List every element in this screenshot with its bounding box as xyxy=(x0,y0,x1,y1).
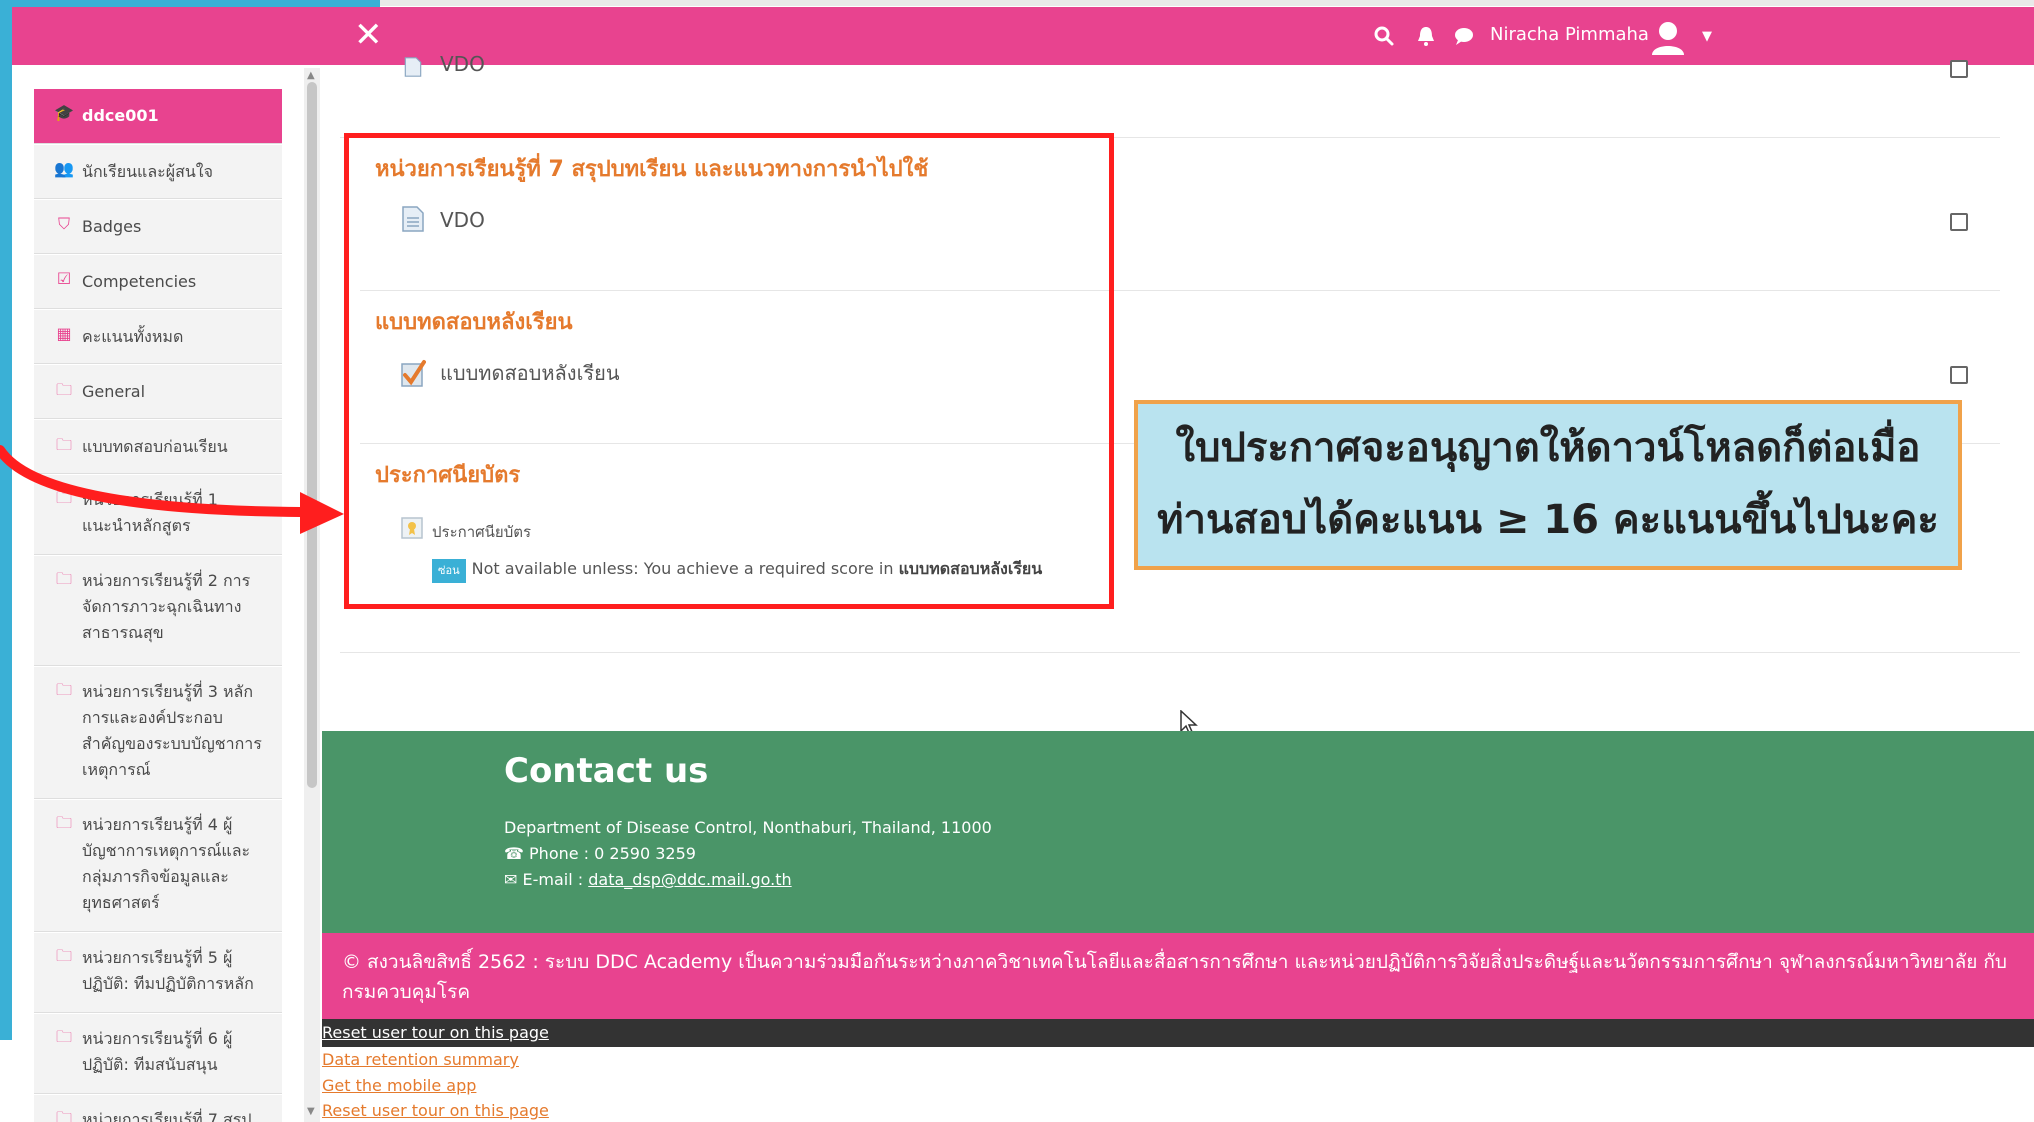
avatar[interactable] xyxy=(1648,17,1688,57)
reset-tour-link[interactable]: Reset user tour on this page xyxy=(322,1023,549,1042)
data-retention-link[interactable]: Data retention summary xyxy=(322,1049,519,1071)
copyright-bar: © สงวนลิขสิทธิ์ 2562 : ระบบ DDC Academy … xyxy=(322,933,2034,1019)
folder-icon: 🗀 xyxy=(55,813,72,832)
phone-icon: ☎ xyxy=(504,844,524,863)
pointer-arrow-icon xyxy=(0,445,344,534)
chat-icon[interactable] xyxy=(1452,24,1476,48)
callout-note: ใบประกาศจะอนุญาตให้ดาวน์โหลดก็ต่อเมื่อ ท… xyxy=(1134,400,1962,570)
activity-vdo-top[interactable]: VDO xyxy=(440,50,485,78)
sidebar-item-unit5[interactable]: 🗀 หน่วยการเรียนรู้ที่ 5 ผู้ปฏิบัติ: ทีมป… xyxy=(34,933,282,1013)
folder-icon: 🗀 xyxy=(55,569,72,588)
search-icon[interactable] xyxy=(1372,24,1396,48)
email-link[interactable]: data_dsp@ddc.mail.go.th xyxy=(588,870,791,889)
sidebar-item-general[interactable]: 🗀 General xyxy=(34,365,282,419)
chevron-down-icon[interactable]: ▼ xyxy=(1702,29,1712,44)
completion-checkbox[interactable] xyxy=(1950,213,1968,231)
scroll-down-icon[interactable]: ▼ xyxy=(307,1106,315,1117)
envelope-icon: ✉ xyxy=(504,870,518,889)
completion-checkbox[interactable] xyxy=(1950,366,1968,384)
top-navbar: ✕ Niracha Pimmaha ▼ xyxy=(12,7,2034,65)
bell-icon[interactable] xyxy=(1414,24,1438,48)
shield-icon: ⛉ xyxy=(57,214,70,233)
folder-icon: 🗀 xyxy=(55,1108,72,1122)
folder-icon: 🗀 xyxy=(55,380,72,399)
mobile-app-link[interactable]: Get the mobile app xyxy=(322,1075,476,1097)
contact-email: ✉ E-mail : data_dsp@ddc.mail.go.th xyxy=(504,870,792,889)
folder-icon: 🗀 xyxy=(55,1027,72,1046)
frame-top-gray xyxy=(380,0,2034,6)
sidebar-item-competencies[interactable]: ☑ Competencies xyxy=(34,255,282,309)
sidebar-item-participants[interactable]: 👥 นักเรียนและผู้สนใจ xyxy=(34,145,282,199)
sidebar-item-unit4[interactable]: 🗀 หน่วยการเรียนรู้ที่ 4 ผู้บัญชาการเหตุก… xyxy=(34,800,282,932)
close-icon[interactable]: ✕ xyxy=(354,15,383,55)
highlight-box xyxy=(344,133,1114,609)
folder-icon: 🗀 xyxy=(55,680,72,699)
table-icon: ▦ xyxy=(56,324,72,343)
sidebar-item-unit2[interactable]: 🗀 หน่วยการเรียนรู้ที่ 2 การจัดการภาวะฉุก… xyxy=(34,556,282,666)
folder-icon: 🗀 xyxy=(55,946,72,965)
course-sidebar: 🎓 ddce001 👥 นักเรียนและผู้สนใจ ⛉ Badges … xyxy=(34,89,282,1122)
sidebar-item-course[interactable]: 🎓 ddce001 xyxy=(34,89,282,144)
scroll-up-icon[interactable]: ▲ xyxy=(307,70,315,81)
file-icon xyxy=(404,57,422,77)
reset-tour-link-2[interactable]: Reset user tour on this page xyxy=(322,1100,549,1122)
checkbox-icon: ☑ xyxy=(56,269,72,288)
tour-bar: Reset user tour on this page xyxy=(322,1019,2034,1047)
sidebar-item-unit6[interactable]: 🗀 หน่วยการเรียนรู้ที่ 6 ผู้ปฏิบัติ: ทีมส… xyxy=(34,1014,282,1094)
users-icon: 👥 xyxy=(54,159,74,178)
contact-title: Contact us xyxy=(504,751,709,791)
callout-line-2: ท่านสอบได้คะแนน ≥ 16 คะแนนขึ้นไปนะคะ xyxy=(1157,497,1939,543)
contact-footer: Contact us Department of Disease Control… xyxy=(322,731,2034,933)
sidebar-item-unit7[interactable]: 🗀 หน่วยการเรียนรู้ที่ 7 สรุป xyxy=(34,1095,282,1122)
callout-line-1: ใบประกาศจะอนุญาตให้ดาวน์โหลดก็ต่อเมื่อ xyxy=(1175,425,1921,471)
sidebar-item-grades[interactable]: ▦ คะแนนทั้งหมด xyxy=(34,310,282,364)
contact-address: Department of Disease Control, Nonthabur… xyxy=(504,818,992,837)
completion-checkbox[interactable] xyxy=(1950,60,1968,78)
sidebar-item-badges[interactable]: ⛉ Badges xyxy=(34,200,282,254)
user-name[interactable]: Niracha Pimmaha xyxy=(1490,23,1649,47)
sidebar-item-unit3[interactable]: 🗀 หน่วยการเรียนรู้ที่ 3 หลักการและองค์ปร… xyxy=(34,667,282,799)
course-content-bottom-border xyxy=(340,652,2020,653)
contact-phone: ☎ Phone : 0 2590 3259 xyxy=(504,844,696,863)
graduation-cap-icon: 🎓 xyxy=(54,103,74,122)
